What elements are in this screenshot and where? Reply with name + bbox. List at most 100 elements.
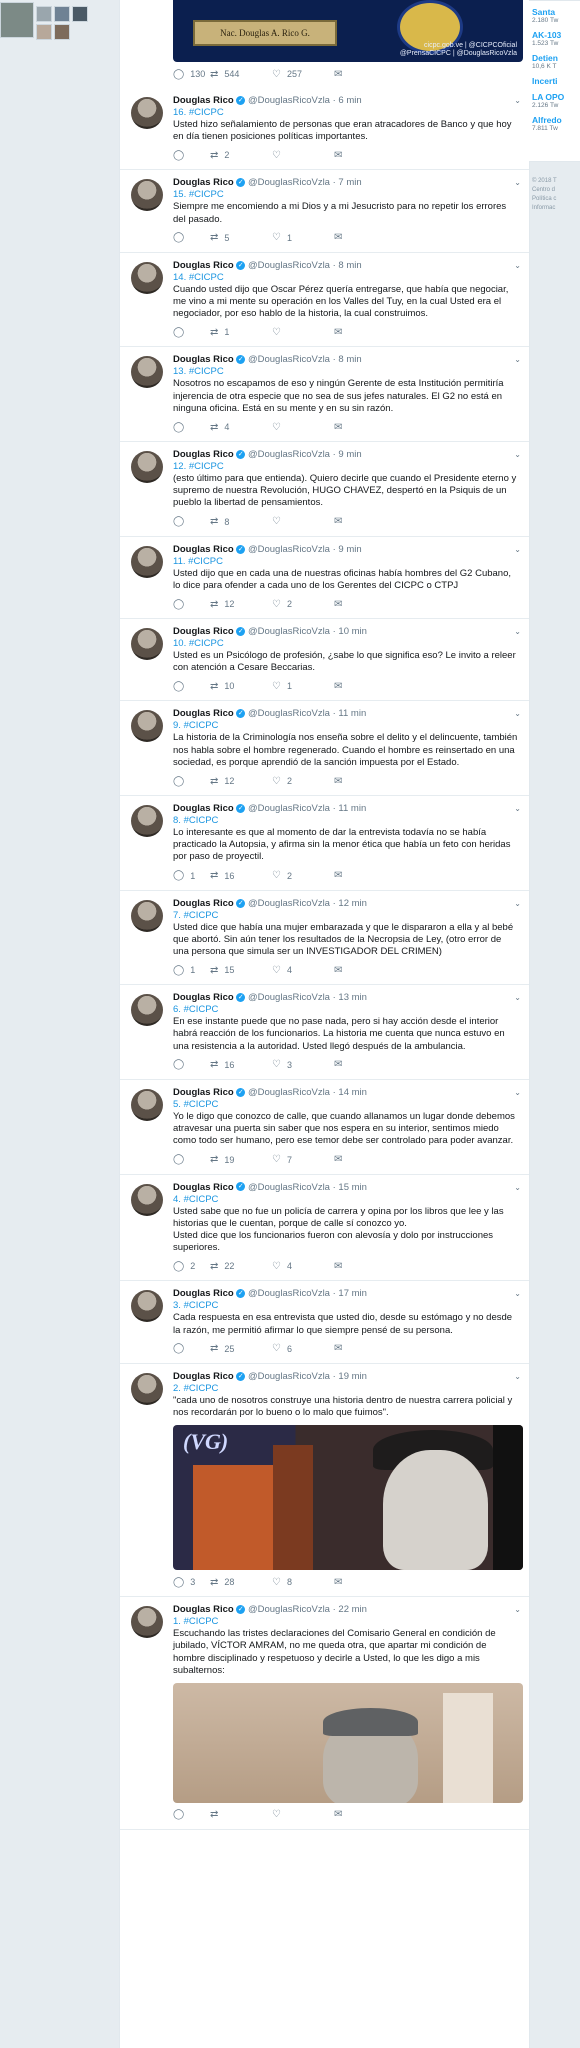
like-button[interactable]: ♡ 2	[272, 599, 334, 610]
retweet-button[interactable]: ⇄ 16	[210, 870, 272, 881]
author-name[interactable]: Douglas Rico	[173, 449, 234, 460]
tweet-timestamp[interactable]: 8 min	[338, 354, 361, 365]
footer-link[interactable]: Centro d	[532, 186, 580, 195]
tweet-timestamp[interactable]: 13 min	[338, 992, 367, 1003]
tweet-timestamp[interactable]: 9 min	[338, 449, 361, 460]
message-button[interactable]: ✉	[334, 516, 348, 527]
hashtag-link[interactable]: #CICPC	[188, 556, 223, 567]
tweet[interactable]: ⌄ Douglas Rico ✓ @DouglasRicoVzla · 22 mi…	[120, 1597, 529, 1830]
like-button[interactable]: ♡ 3	[272, 1059, 334, 1070]
avatar[interactable]	[131, 710, 163, 743]
like-button[interactable]: ♡	[272, 327, 334, 338]
author-name[interactable]: Douglas Rico	[173, 803, 234, 814]
hashtag-link[interactable]: #CICPC	[184, 1383, 219, 1394]
avatar[interactable]	[131, 261, 163, 294]
chevron-down-icon[interactable]: ⌄	[514, 1289, 521, 1298]
avatar[interactable]	[131, 451, 163, 484]
footer-link[interactable]: Informac	[532, 204, 580, 213]
tweet-timestamp[interactable]: 11 min	[338, 708, 366, 719]
tweet-timestamp[interactable]: 9 min	[338, 544, 361, 555]
message-button[interactable]: ✉	[334, 1154, 348, 1165]
avatar[interactable]	[131, 994, 163, 1027]
author-handle[interactable]: @DouglasRicoVzla	[248, 1371, 330, 1382]
retweet-button[interactable]: ⇄ 12	[210, 776, 272, 787]
author-name[interactable]: Douglas Rico	[173, 95, 234, 106]
tweet[interactable]: ⌄ Douglas Rico ✓ @DouglasRicoVzla · 9 min…	[120, 537, 529, 620]
media-thumb[interactable]	[36, 6, 52, 22]
retweet-button[interactable]: ⇄ 22	[210, 1261, 272, 1272]
retweet-button[interactable]: ⇄ 16	[210, 1059, 272, 1070]
chevron-down-icon[interactable]: ⌄	[514, 355, 521, 364]
reply-button[interactable]: ◯	[173, 327, 210, 338]
trend-item[interactable]: Alfredo 7.811 Tw	[529, 115, 580, 132]
like-button[interactable]: ♡ 1	[272, 232, 334, 243]
reply-button[interactable]: ◯	[173, 150, 210, 161]
tweet[interactable]: ⌄ Douglas Rico ✓ @DouglasRicoVzla · 13 mi…	[120, 985, 529, 1080]
tweet[interactable]: ⌄ Douglas Rico ✓ @DouglasRicoVzla · 8 min…	[120, 253, 529, 348]
message-button[interactable]: ✉	[334, 965, 348, 976]
hashtag-link[interactable]: #CICPC	[189, 461, 224, 472]
author-handle[interactable]: @DouglasRicoVzla	[248, 898, 330, 909]
message-button[interactable]: ✉	[334, 1577, 348, 1588]
chevron-down-icon[interactable]: ⌄	[514, 545, 521, 554]
hashtag-link[interactable]: #CICPC	[184, 1616, 219, 1627]
author-handle[interactable]: @DouglasRicoVzla	[248, 260, 330, 271]
retweet-button[interactable]: ⇄ 12	[210, 599, 272, 610]
reply-button[interactable]: ◯	[173, 1809, 210, 1820]
reply-button[interactable]: ◯	[173, 681, 210, 692]
message-button[interactable]: ✉	[334, 150, 348, 161]
chevron-down-icon[interactable]: ⌄	[514, 1183, 521, 1192]
retweet-button[interactable]: ⇄ 19	[210, 1154, 272, 1165]
tweet[interactable]: ⌄ Douglas Rico ✓ @DouglasRicoVzla · 9 min…	[120, 442, 529, 537]
retweet-button[interactable]: ⇄ 544	[210, 69, 272, 80]
tweet[interactable]: ⌄ Douglas Rico ✓ @DouglasRicoVzla · 14 mi…	[120, 1080, 529, 1175]
chevron-down-icon[interactable]: ⌄	[514, 804, 521, 813]
reply-button[interactable]: ◯	[173, 776, 210, 787]
message-button[interactable]: ✉	[334, 681, 348, 692]
message-button[interactable]: ✉	[334, 1059, 348, 1070]
tweet-timestamp[interactable]: 12 min	[338, 898, 367, 909]
reply-button[interactable]: ◯	[173, 1343, 210, 1354]
like-button[interactable]: ♡ 7	[272, 1154, 334, 1165]
author-handle[interactable]: @DouglasRicoVzla	[248, 803, 330, 814]
message-button[interactable]: ✉	[334, 776, 348, 787]
author-handle[interactable]: @DouglasRicoVzla	[248, 626, 330, 637]
avatar[interactable]	[131, 1372, 163, 1405]
author-handle[interactable]: @DouglasRicoVzla	[248, 708, 330, 719]
retweet-button[interactable]: ⇄ 1	[210, 327, 272, 338]
message-button[interactable]: ✉	[334, 1809, 348, 1820]
hashtag-link[interactable]: #CICPC	[184, 1099, 219, 1110]
message-button[interactable]: ✉	[334, 1343, 348, 1354]
reply-button[interactable]: ◯ 3	[173, 1577, 210, 1588]
retweet-button[interactable]: ⇄ 10	[210, 681, 272, 692]
like-button[interactable]: ♡ 4	[272, 965, 334, 976]
message-button[interactable]: ✉	[334, 870, 348, 881]
author-name[interactable]: Douglas Rico	[173, 177, 234, 188]
chevron-down-icon[interactable]: ⌄	[514, 1088, 521, 1097]
author-handle[interactable]: @DouglasRicoVzla	[248, 1087, 330, 1098]
avatar[interactable]	[131, 545, 163, 578]
author-name[interactable]: Douglas Rico	[173, 1371, 234, 1382]
chevron-down-icon[interactable]: ⌄	[514, 96, 521, 105]
retweet-button[interactable]: ⇄ 2	[210, 150, 272, 161]
trend-item[interactable]: LA OPO 2.126 Tw	[529, 92, 580, 109]
tweet[interactable]: ⌄ Douglas Rico ✓ @DouglasRicoVzla · 11 mi…	[120, 701, 529, 797]
reply-button[interactable]: ◯ 1	[173, 870, 210, 881]
reply-button[interactable]: ◯	[173, 599, 210, 610]
retweet-button[interactable]: ⇄	[210, 1809, 272, 1820]
like-button[interactable]: ♡	[272, 150, 334, 161]
like-button[interactable]: ♡ 8	[272, 1577, 334, 1588]
tweet-timestamp[interactable]: 7 min	[338, 177, 361, 188]
retweet-button[interactable]: ⇄ 25	[210, 1343, 272, 1354]
tweet[interactable]: ⌄ Douglas Rico ✓ @DouglasRicoVzla · 10 mi…	[120, 619, 529, 702]
chevron-down-icon[interactable]: ⌄	[514, 178, 521, 187]
avatar[interactable]	[131, 97, 163, 129]
chevron-down-icon[interactable]: ⌄	[514, 1372, 521, 1381]
author-handle[interactable]: @DouglasRicoVzla	[248, 95, 330, 106]
retweet-button[interactable]: ⇄ 5	[210, 232, 272, 243]
avatar[interactable]	[131, 179, 163, 212]
tweet[interactable]: ⌄ Douglas Rico ✓ @DouglasRicoVzla · 7 min…	[120, 170, 529, 253]
reply-button[interactable]: ◯ 1	[173, 965, 210, 976]
trend-item[interactable]: AK-103 1.523 Tw	[529, 30, 580, 47]
like-button[interactable]: ♡ 6	[272, 1343, 334, 1354]
